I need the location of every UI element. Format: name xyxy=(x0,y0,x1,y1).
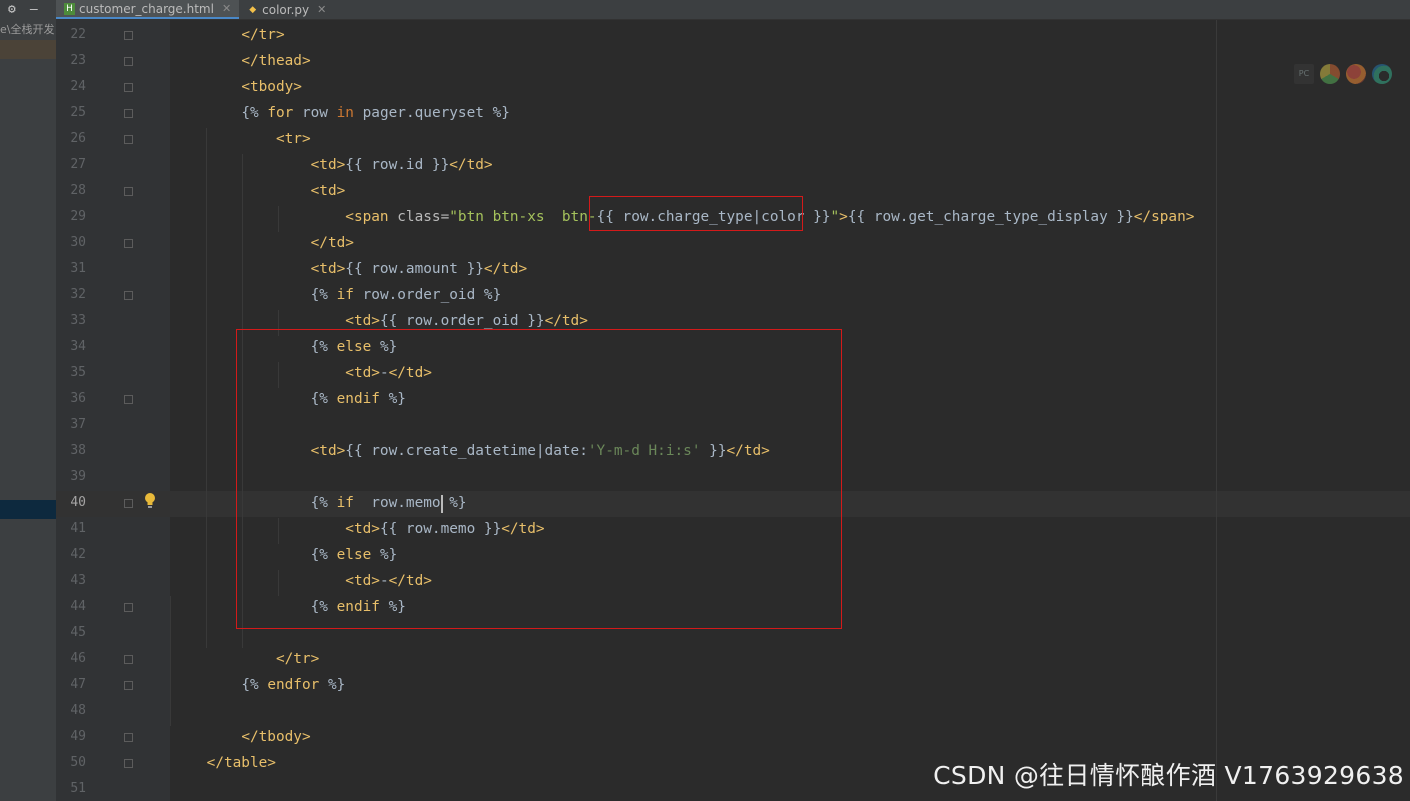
fold-marker[interactable] xyxy=(124,135,133,144)
line-number[interactable]: 26 xyxy=(56,126,116,152)
html-file-icon: H xyxy=(64,2,75,15)
line-number[interactable]: 24 xyxy=(56,74,116,100)
fold-marker[interactable] xyxy=(124,499,133,508)
line-number[interactable]: 36 xyxy=(56,386,116,412)
minimize-icon[interactable]: — xyxy=(30,2,38,17)
highlighted-tree-item[interactable] xyxy=(0,500,56,519)
tab-customer-charge-html[interactable]: H customer_charge.html ✕ xyxy=(56,0,240,19)
fold-marker[interactable] xyxy=(124,57,133,66)
line-number[interactable]: 42 xyxy=(56,542,116,568)
code-line[interactable] xyxy=(172,698,1194,724)
fold-marker[interactable] xyxy=(124,395,133,404)
line-number[interactable]: 48 xyxy=(56,698,116,724)
line-number[interactable]: 32 xyxy=(56,282,116,308)
code-line[interactable]: </tbody> xyxy=(172,724,1194,750)
line-number[interactable]: 34 xyxy=(56,334,116,360)
ide-window: ⚙ — e\全栈开发 H customer_charge.html ✕ ◆ co… xyxy=(0,0,1410,801)
line-number[interactable]: 45 xyxy=(56,620,116,646)
watermark: CSDN @往日情怀酿作酒 V1763929638 xyxy=(933,761,1404,790)
browser-preview-icons: PC xyxy=(1294,64,1392,84)
line-number[interactable]: 47 xyxy=(56,672,116,698)
tab-label: color.py xyxy=(262,2,310,17)
project-path[interactable]: e\全栈开发 xyxy=(0,21,56,37)
code-line[interactable]: {% endfor %} xyxy=(172,672,1194,698)
line-number[interactable]: 37 xyxy=(56,412,116,438)
pycharm-icon[interactable]: PC xyxy=(1294,64,1314,84)
code-line[interactable]: </thead> xyxy=(172,48,1194,74)
line-number[interactable]: 27 xyxy=(56,152,116,178)
annotation-box-charge-type xyxy=(589,196,803,231)
close-icon[interactable]: ✕ xyxy=(317,3,326,16)
fold-marker[interactable] xyxy=(124,759,133,768)
fold-marker[interactable] xyxy=(124,31,133,40)
line-number[interactable]: 44 xyxy=(56,594,116,620)
right-margin-guide xyxy=(1216,20,1217,801)
line-number[interactable]: 29 xyxy=(56,204,116,230)
fold-marker[interactable] xyxy=(124,187,133,196)
fold-marker[interactable] xyxy=(124,109,133,118)
line-number[interactable]: 40 xyxy=(56,490,116,516)
tab-color-py[interactable]: ◆ color.py ✕ xyxy=(239,0,334,19)
line-number[interactable]: 41 xyxy=(56,516,116,542)
line-number[interactable]: 51 xyxy=(56,776,116,801)
project-toolbar: ⚙ — xyxy=(8,0,38,18)
line-number[interactable]: 43 xyxy=(56,568,116,594)
code-line[interactable]: </tr> xyxy=(172,22,1194,48)
line-number[interactable]: 23 xyxy=(56,48,116,74)
selected-tree-item[interactable] xyxy=(0,40,56,59)
line-number[interactable]: 33 xyxy=(56,308,116,334)
code-line[interactable]: <td>{{ row.id }}</td> xyxy=(172,152,1194,178)
code-line[interactable]: <td>{{ row.amount }}</td> xyxy=(172,256,1194,282)
lightbulb-icon[interactable] xyxy=(143,492,157,510)
indent-guide xyxy=(170,596,171,726)
line-number[interactable]: 38 xyxy=(56,438,116,464)
line-number[interactable]: 49 xyxy=(56,724,116,750)
python-file-icon: ◆ xyxy=(249,4,257,15)
gear-icon[interactable]: ⚙ xyxy=(8,2,16,17)
code-line[interactable]: {% for row in pager.queryset %} xyxy=(172,100,1194,126)
line-number[interactable]: 28 xyxy=(56,178,116,204)
edge-icon[interactable] xyxy=(1372,64,1392,84)
fold-marker[interactable] xyxy=(124,603,133,612)
code-line[interactable]: {% if row.order_oid %} xyxy=(172,282,1194,308)
line-number[interactable]: 46 xyxy=(56,646,116,672)
line-number[interactable]: 30 xyxy=(56,230,116,256)
code-line[interactable]: <tbody> xyxy=(172,74,1194,100)
project-tool-window[interactable]: ⚙ — e\全栈开发 xyxy=(0,0,57,801)
fold-marker[interactable] xyxy=(124,733,133,742)
chrome-icon[interactable] xyxy=(1320,64,1340,84)
fold-marker[interactable] xyxy=(124,655,133,664)
line-number-column: 22 23 24 25 26 27 28 29 30 31 32 33 34 35 36 37 38 39 40 41… xyxy=(56,22,116,801)
close-icon[interactable]: ✕ xyxy=(222,2,231,15)
line-number[interactable]: 31 xyxy=(56,256,116,282)
code-line[interactable]: </tr> xyxy=(172,646,1194,672)
line-number[interactable]: 39 xyxy=(56,464,116,490)
annotation-box-conditionals xyxy=(236,329,842,629)
fold-marker[interactable] xyxy=(124,291,133,300)
editor-tab-bar: H customer_charge.html ✕ ◆ color.py ✕ xyxy=(56,0,1410,20)
fold-marker[interactable] xyxy=(124,681,133,690)
line-number[interactable]: 22 xyxy=(56,22,116,48)
fold-marker[interactable] xyxy=(124,239,133,248)
line-number[interactable]: 25 xyxy=(56,100,116,126)
fold-marker[interactable] xyxy=(124,83,133,92)
line-number[interactable]: 50 xyxy=(56,750,116,776)
code-line[interactable]: <tr> xyxy=(172,126,1194,152)
code-line[interactable]: </td> xyxy=(172,230,1194,256)
firefox-icon[interactable] xyxy=(1346,64,1366,84)
line-number[interactable]: 35 xyxy=(56,360,116,386)
tab-label: customer_charge.html xyxy=(79,1,214,16)
